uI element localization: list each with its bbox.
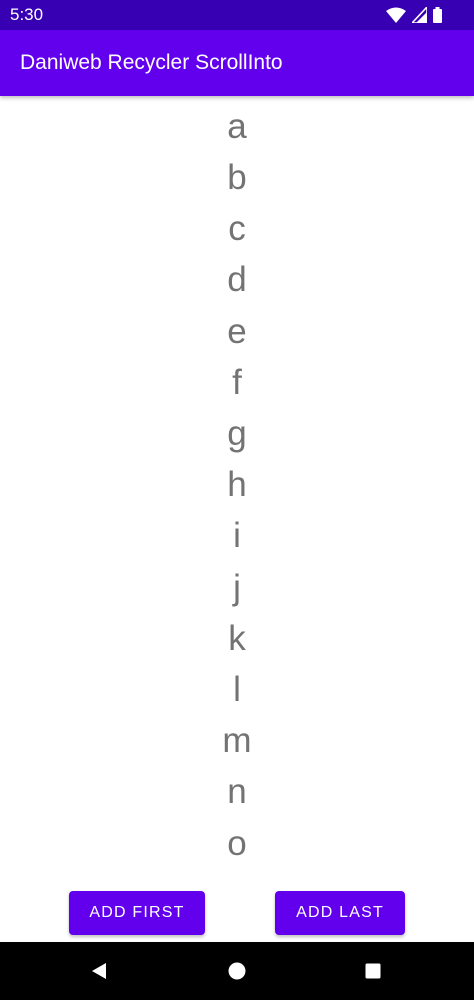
back-icon[interactable] bbox=[87, 959, 111, 983]
list-item: k bbox=[228, 619, 246, 658]
list-item: a bbox=[227, 107, 247, 146]
list-item: f bbox=[232, 363, 242, 402]
list-item: m bbox=[222, 721, 252, 760]
list-item: j bbox=[233, 568, 241, 607]
add-last-button[interactable]: ADD LAST bbox=[275, 891, 405, 935]
list-item: c bbox=[228, 209, 246, 248]
recents-icon[interactable] bbox=[361, 959, 385, 983]
signal-icon bbox=[410, 4, 428, 24]
add-first-button[interactable]: ADD FIRST bbox=[69, 891, 205, 935]
home-icon[interactable] bbox=[225, 959, 249, 983]
list-item: i bbox=[233, 516, 241, 555]
list-item: n bbox=[227, 772, 247, 811]
list-item: o bbox=[227, 824, 247, 863]
list-item: d bbox=[227, 260, 247, 299]
navigation-bar bbox=[0, 942, 474, 1000]
app-title: Daniweb Recycler ScrollInto bbox=[20, 51, 283, 74]
status-time: 5:30 bbox=[10, 5, 44, 24]
app-bar: Daniweb Recycler ScrollInto bbox=[0, 30, 474, 96]
status-bar: 5:30 bbox=[0, 0, 474, 30]
letter-list[interactable]: a b c d e f g h i j k l m n o bbox=[0, 96, 474, 872]
battery-icon bbox=[433, 7, 442, 23]
wifi-icon bbox=[386, 7, 406, 23]
list-item: e bbox=[227, 312, 247, 351]
list-item: g bbox=[227, 414, 247, 453]
list-item: h bbox=[227, 465, 247, 504]
status-icons bbox=[386, 4, 442, 24]
list-item: l bbox=[233, 670, 241, 709]
list-item: b bbox=[227, 158, 247, 197]
